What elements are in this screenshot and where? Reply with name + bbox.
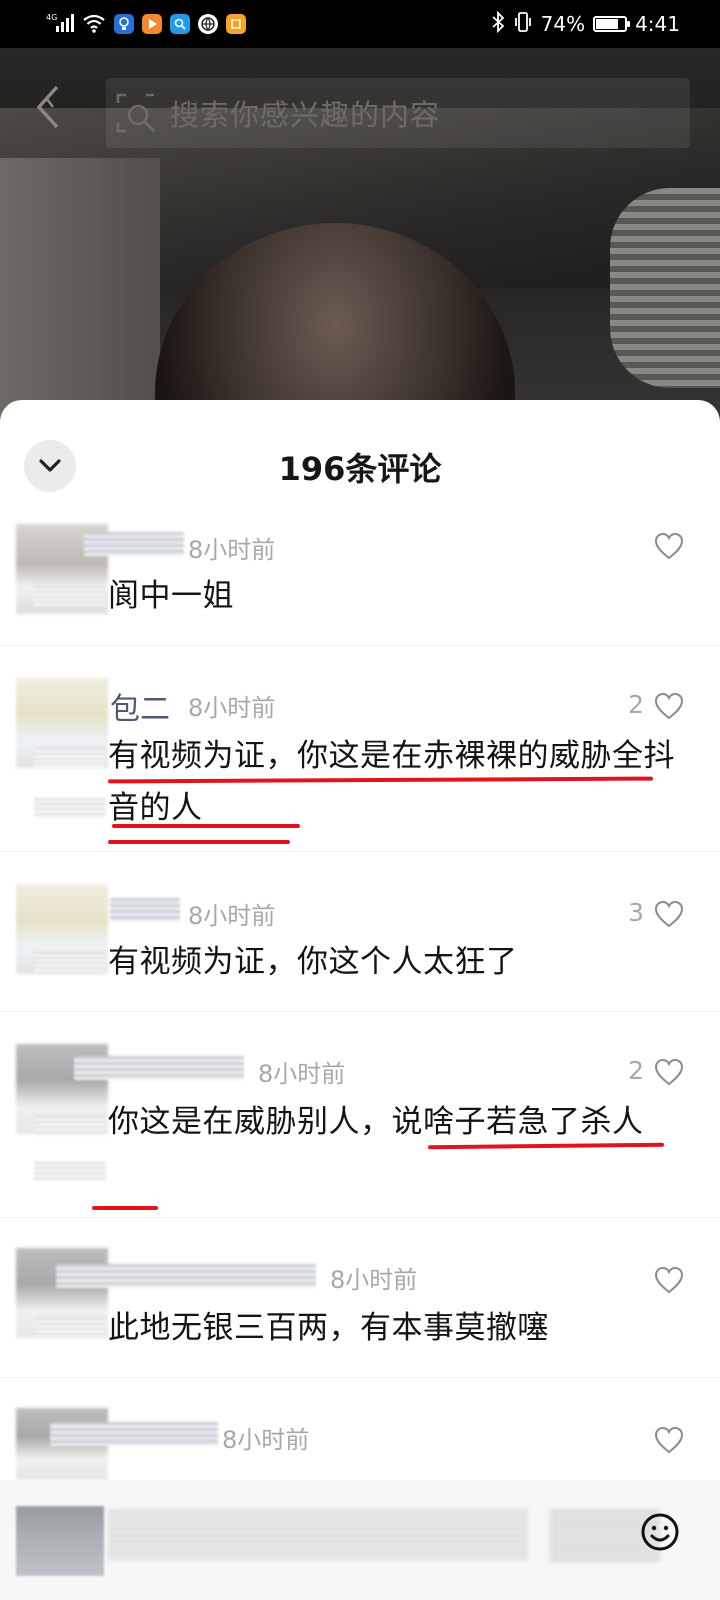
comment-time: 8小时前 xyxy=(188,902,276,930)
app-globe-icon xyxy=(198,14,218,34)
clock: 4:41 xyxy=(635,12,680,36)
comment-time: 8小时前 xyxy=(188,536,276,564)
comment-time: 8小时前 xyxy=(330,1266,418,1294)
back-arrow-icon[interactable] xyxy=(28,82,68,132)
avatar-blur xyxy=(34,1162,106,1182)
app-play-icon xyxy=(142,14,162,34)
scan-icon[interactable] xyxy=(114,91,158,135)
app-search-icon xyxy=(170,14,190,34)
svg-text:4G: 4G xyxy=(46,13,57,22)
like-count: 2 xyxy=(628,1056,644,1085)
avatar-blur xyxy=(34,586,106,606)
comment-input-bar xyxy=(0,1480,720,1600)
username-blurred[interactable] xyxy=(84,532,184,556)
comment-input[interactable] xyxy=(108,1510,528,1560)
comment-text: 你这是在威胁别人，说啥子若急了杀人 xyxy=(108,1104,644,1140)
avatar-blur xyxy=(34,798,106,818)
red-underline xyxy=(92,1206,158,1210)
bluetooth-icon xyxy=(491,10,505,38)
vibrate-icon xyxy=(513,11,533,38)
comment-time: 8小时前 xyxy=(222,1426,310,1454)
wifi-icon xyxy=(82,13,106,36)
heart-icon[interactable] xyxy=(654,1426,684,1454)
heart-icon[interactable] xyxy=(654,692,684,720)
search-placeholder: 搜索你感兴趣的内容 xyxy=(170,98,441,132)
comment-count-title: 196条评论 xyxy=(278,450,442,488)
battery-icon xyxy=(593,16,631,32)
username-blurred[interactable] xyxy=(50,1422,218,1446)
red-underline xyxy=(112,824,300,828)
avatar-blur xyxy=(34,1318,106,1338)
status-left: 4G xyxy=(46,12,246,37)
comment-item[interactable]: 8小时前 有视频为证，你这个人太狂了 3 xyxy=(0,852,720,1012)
signal-icon: 4G xyxy=(46,12,74,37)
comment-text: 有视频为证，你这个人太狂了 xyxy=(108,944,518,980)
my-avatar xyxy=(16,1506,104,1576)
comment-item[interactable]: 8小时前 xyxy=(0,1378,720,1480)
app-bulb-icon xyxy=(114,14,134,34)
comment-item[interactable]: 8小时前 你这是在威胁别人，说啥子若急了杀人 2 xyxy=(0,1012,720,1218)
comment-item[interactable]: 包二 8小时前 有视频为证，你这是在赤裸裸的威胁全抖音的人 2 xyxy=(0,646,720,852)
username-blurred[interactable] xyxy=(74,1056,244,1080)
comment-text: 此地无银三百两，有本事莫撤噻 xyxy=(108,1310,549,1346)
status-bar: 4G 74% 4:41 xyxy=(0,0,720,48)
like-count: 3 xyxy=(628,898,644,927)
avatar-blur xyxy=(34,1116,106,1136)
comment-item[interactable]: 8小时前 阆中一姐 xyxy=(0,510,720,646)
video-duct xyxy=(610,188,720,388)
heart-icon[interactable] xyxy=(654,900,684,928)
heart-icon[interactable] xyxy=(654,1058,684,1086)
comment-time: 8小时前 xyxy=(258,1060,346,1088)
comment-time: 8小时前 xyxy=(188,694,276,722)
red-underline xyxy=(108,840,290,844)
battery-percent: 74% xyxy=(540,12,586,36)
heart-icon[interactable] xyxy=(654,1266,684,1294)
comment-username[interactable]: 包二 xyxy=(110,684,170,728)
avatar-blur xyxy=(34,748,106,768)
heart-icon[interactable] xyxy=(654,532,684,560)
username-blurred[interactable] xyxy=(110,898,180,922)
like-count: 2 xyxy=(628,690,644,719)
comment-item[interactable]: 8小时前 此地无银三百两，有本事莫撤噻 xyxy=(0,1218,720,1378)
app-notes-icon xyxy=(226,14,246,34)
username-blurred[interactable] xyxy=(56,1264,316,1288)
emoji-icon[interactable] xyxy=(640,1512,680,1552)
comment-text: 阆中一姐 xyxy=(108,578,234,614)
status-right: 74% 4:41 xyxy=(491,10,680,38)
avatar-blur xyxy=(34,952,106,972)
search-input[interactable]: 搜索你感兴趣的内容 xyxy=(106,78,690,148)
comment-sheet: 196条评论 8小时前 阆中一姐 包二 8小时前 有视频为证，你这是在赤裸裸的威… xyxy=(0,400,720,1480)
